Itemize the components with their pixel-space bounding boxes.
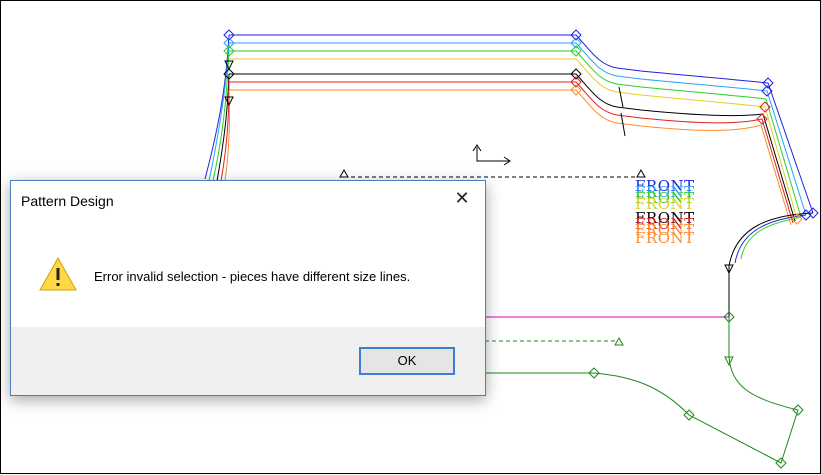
dialog-title: Pattern Design bbox=[21, 193, 114, 209]
error-message: Error invalid selection - pieces have di… bbox=[94, 269, 411, 284]
warning-icon bbox=[39, 256, 77, 295]
error-dialog: Pattern Design ✕ Error invalid selection… bbox=[10, 180, 486, 396]
ok-button[interactable]: OK bbox=[359, 347, 455, 375]
front-label: FRONT bbox=[635, 229, 695, 247]
close-icon[interactable]: ✕ bbox=[443, 185, 481, 213]
dialog-body: Pattern Design ✕ Error invalid selection… bbox=[11, 181, 485, 327]
front-labels: FRONTFRONTFRONTFRONTFRONTFRONTFRONTFRONT bbox=[635, 177, 695, 247]
